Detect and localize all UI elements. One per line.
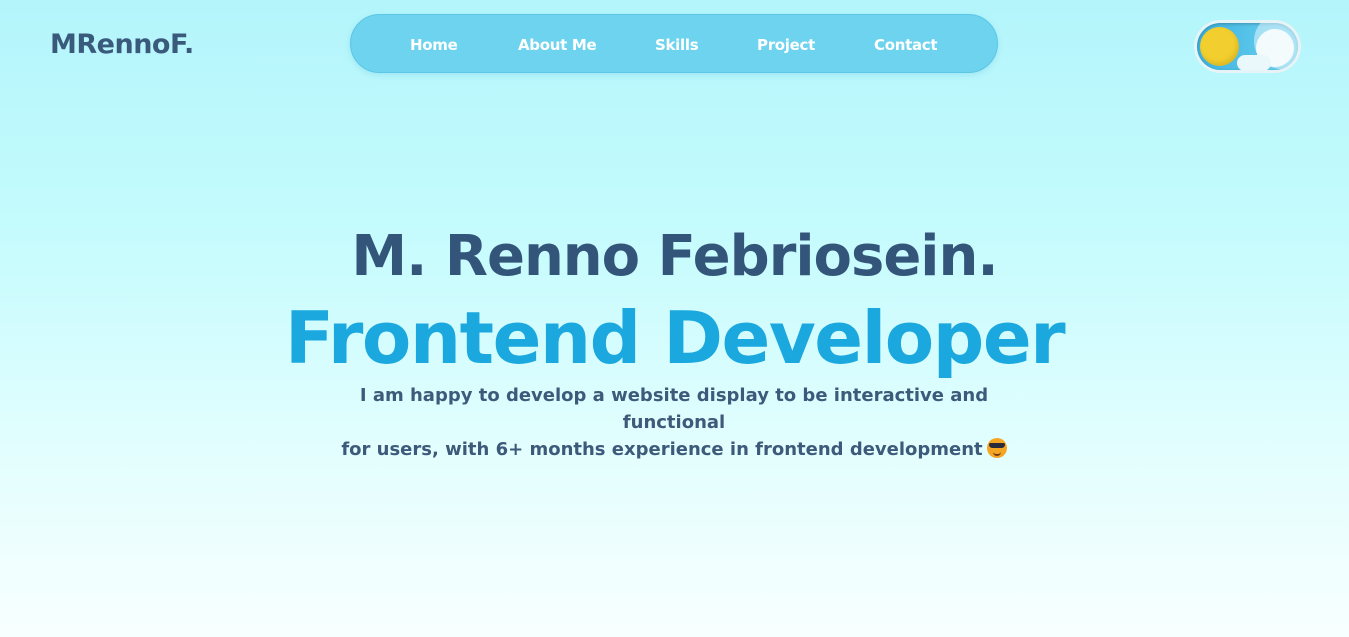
hero-description-line-2: for users, with 6+ months experience in … bbox=[341, 439, 983, 460]
nav-item-home[interactable]: Home bbox=[410, 36, 458, 54]
main-nav: Home About Me Skills Project Contact bbox=[350, 14, 998, 73]
site-logo[interactable]: MRennoF. bbox=[50, 29, 194, 60]
small-cloud-icon bbox=[1237, 55, 1271, 70]
sun-icon bbox=[1200, 27, 1239, 66]
nav-item-project[interactable]: Project bbox=[757, 36, 815, 54]
hero-role: Frontend Developer bbox=[284, 296, 1066, 380]
nav-item-about-me[interactable]: About Me bbox=[518, 36, 597, 54]
nav-item-skills[interactable]: Skills bbox=[655, 36, 699, 54]
hero-description: I am happy to develop a website display … bbox=[324, 382, 1024, 463]
nav-item-contact[interactable]: Contact bbox=[874, 36, 938, 54]
hero-name: M. Renno Febriosein. bbox=[351, 224, 998, 289]
theme-toggle[interactable] bbox=[1197, 23, 1298, 70]
smiling-face-with-sunglasses-icon bbox=[986, 438, 1007, 458]
hero-description-line-1: I am happy to develop a website display … bbox=[359, 385, 989, 433]
